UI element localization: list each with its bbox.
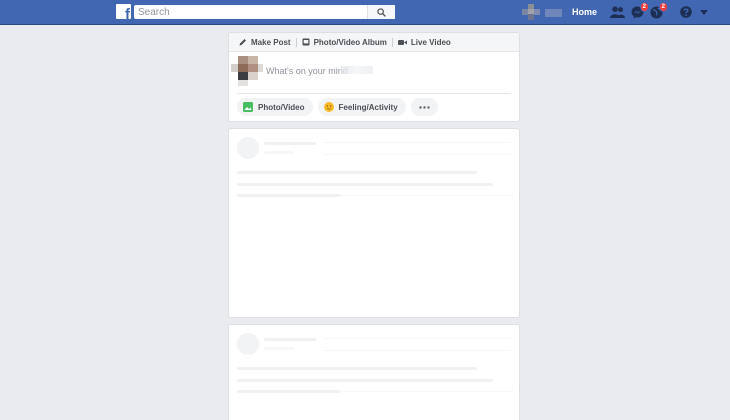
- album-icon: [302, 38, 310, 46]
- search-icon: [377, 7, 386, 17]
- tab-label: Photo/Video Album: [313, 37, 387, 47]
- placeholder-line: [237, 379, 493, 382]
- more-options-button[interactable]: [410, 98, 438, 116]
- placeholder-avatar: [237, 333, 259, 355]
- placeholder-line: [264, 151, 294, 154]
- placeholder-line: [237, 194, 341, 197]
- placeholder-line: [237, 390, 341, 393]
- search-input[interactable]: [134, 5, 366, 19]
- placeholder-line: [323, 338, 511, 339]
- composer-body[interactable]: What's on your mind: [229, 52, 519, 94]
- top-navigation-bar: f Home 2 2: [0, 0, 730, 25]
- blurred-name: [341, 66, 373, 74]
- placeholder-avatar: [237, 137, 259, 159]
- loading-post-placeholder: [228, 324, 520, 420]
- facebook-logo[interactable]: f: [116, 4, 131, 19]
- placeholder-line: [264, 142, 316, 145]
- placeholder-line: [237, 171, 477, 174]
- tab-label: Live Video: [410, 37, 451, 47]
- search-box: [134, 5, 395, 19]
- placeholder-line: [237, 367, 477, 370]
- photo-video-button[interactable]: Photo/Video: [237, 98, 313, 116]
- account-menu-button[interactable]: [696, 5, 712, 19]
- placeholder-line: [264, 347, 294, 350]
- tab-live-video[interactable]: Live Video: [393, 33, 456, 52]
- action-label: Photo/Video: [258, 102, 305, 112]
- question-mark-icon: [680, 6, 692, 18]
- loading-post-placeholder: [228, 128, 520, 318]
- more-icon: [418, 105, 430, 109]
- tab-label: Make Post: [251, 37, 291, 47]
- divider: [237, 93, 511, 94]
- placeholder-line: [323, 142, 511, 143]
- composer-tabs: Make Post Photo/Video Album Live Video: [229, 33, 519, 52]
- logo-letter: f: [125, 6, 130, 19]
- video-camera-icon: [397, 39, 407, 45]
- placeholder-line: [341, 195, 513, 196]
- profile-name-blurred[interactable]: [545, 9, 562, 17]
- messages-button[interactable]: 2: [629, 2, 649, 19]
- pencil-icon: [239, 39, 246, 46]
- home-link[interactable]: Home: [572, 7, 597, 17]
- photo-icon: [243, 102, 253, 112]
- smiley-icon: [323, 102, 334, 112]
- post-composer: Make Post Photo/Video Album Live Video W…: [228, 32, 520, 122]
- notifications-badge: 2: [658, 2, 668, 12]
- help-button[interactable]: [678, 5, 694, 19]
- placeholder-line: [323, 154, 511, 155]
- placeholder-line: [323, 350, 511, 351]
- profile-avatar[interactable]: [522, 4, 540, 20]
- action-label: Feeling/Activity: [338, 102, 398, 112]
- notifications-button[interactable]: 2: [648, 2, 668, 19]
- tab-photo-video-album[interactable]: Photo/Video Album: [297, 33, 392, 52]
- friends-icon: [609, 6, 625, 18]
- caret-down-icon: [700, 9, 708, 15]
- user-avatar: [231, 56, 263, 88]
- tab-make-post[interactable]: Make Post: [234, 33, 296, 52]
- composer-actions: Photo/Video Feeling/Activity: [237, 98, 443, 116]
- whats-on-your-mind-prompt[interactable]: What's on your mind: [266, 66, 348, 76]
- placeholder-line: [341, 391, 513, 392]
- placeholder-line: [264, 338, 316, 341]
- feeling-activity-button[interactable]: Feeling/Activity: [317, 98, 406, 116]
- search-button[interactable]: [367, 5, 395, 19]
- placeholder-line: [237, 183, 493, 186]
- friend-requests-button[interactable]: [609, 5, 625, 19]
